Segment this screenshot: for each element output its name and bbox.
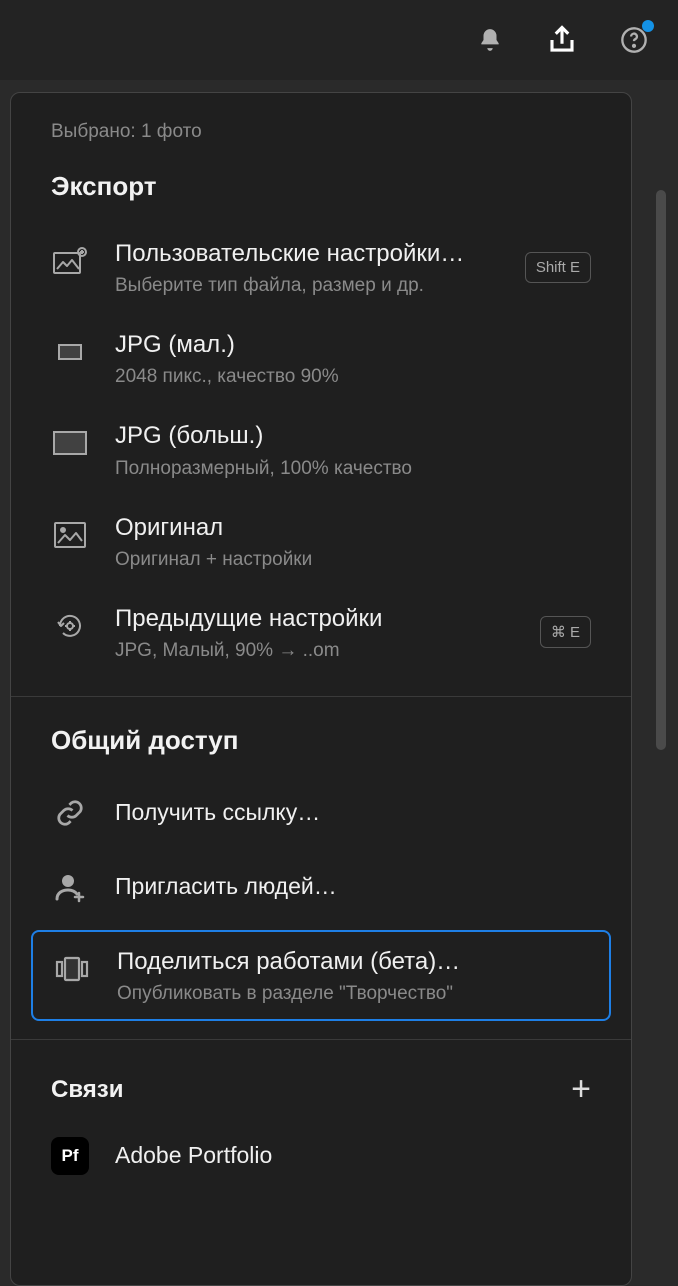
export-custom-sub: Выберите тип файла, размер и др. — [115, 275, 499, 297]
selection-count: Выбрано: 1 фото — [51, 121, 631, 143]
share-invite-people[interactable]: Пригласить людей… — [11, 850, 631, 924]
export-jpg-small-title: JPG (мал.) — [115, 329, 591, 360]
share-export-panel: Выбрано: 1 фото Экспорт Пользовательские… — [10, 92, 632, 1286]
image-icon — [51, 516, 89, 554]
connection-portfolio-title: Adobe Portfolio — [115, 1141, 591, 1171]
rect-small-icon — [51, 333, 89, 371]
connection-adobe-portfolio[interactable]: Pf Adobe Portfolio — [11, 1119, 631, 1193]
scrollbar[interactable] — [656, 190, 666, 750]
notifications-button[interactable] — [474, 24, 506, 56]
export-jpg-small[interactable]: JPG (мал.) 2048 пикс., качество 90% — [11, 313, 631, 404]
divider — [11, 696, 631, 697]
export-section-title: Экспорт — [51, 171, 631, 202]
top-toolbar — [0, 0, 678, 80]
export-jpg-large-sub: Полноразмерный, 100% качество — [115, 458, 591, 480]
help-button[interactable] — [618, 24, 650, 56]
portfolio-badge-icon: Pf — [51, 1137, 89, 1175]
export-original[interactable]: Оригинал Оригинал + настройки — [11, 496, 631, 587]
help-notification-dot — [642, 20, 654, 32]
export-previous-title: Предыдущие настройки — [115, 603, 514, 634]
add-connection-button[interactable]: + — [571, 1070, 591, 1109]
share-icon — [547, 25, 577, 55]
export-custom-shortcut: Shift E — [525, 252, 591, 283]
share-invite-title: Пригласить людей… — [115, 872, 591, 902]
share-work-highlighted[interactable]: Поделиться работами (бета)… Опубликовать… — [31, 930, 611, 1021]
export-original-sub: Оригинал + настройки — [115, 549, 591, 571]
share-work-sub: Опубликовать в разделе "Творчество" — [117, 983, 589, 1005]
export-jpg-large[interactable]: JPG (больш.) Полноразмерный, 100% качест… — [11, 404, 631, 495]
export-jpg-small-sub: 2048 пикс., качество 90% — [115, 366, 591, 388]
share-work-title: Поделиться работами (бета)… — [117, 946, 589, 977]
connections-section-title: Связи — [51, 1076, 123, 1104]
export-previous-settings[interactable]: Предыдущие настройки JPG, Малый, 90% → .… — [11, 587, 631, 678]
export-previous-sub: JPG, Малый, 90% → ..om — [115, 640, 514, 662]
rect-large-icon — [51, 424, 89, 462]
export-previous-shortcut: ⌘ E — [540, 616, 591, 648]
link-icon — [51, 794, 89, 832]
carousel-icon — [53, 950, 91, 988]
export-original-title: Оригинал — [115, 512, 591, 543]
share-get-link-title: Получить ссылку… — [115, 798, 591, 828]
history-icon — [51, 607, 89, 645]
share-section-title: Общий доступ — [51, 725, 631, 756]
export-custom-settings[interactable]: Пользовательские настройки… Выберите тип… — [11, 222, 631, 313]
share-menu-button[interactable] — [546, 24, 578, 56]
export-jpg-large-title: JPG (больш.) — [115, 420, 591, 451]
share-get-link[interactable]: Получить ссылку… — [11, 776, 631, 850]
person-add-icon — [51, 868, 89, 906]
image-settings-icon — [51, 242, 89, 280]
bell-icon — [477, 27, 503, 53]
export-custom-title: Пользовательские настройки… — [115, 238, 499, 269]
